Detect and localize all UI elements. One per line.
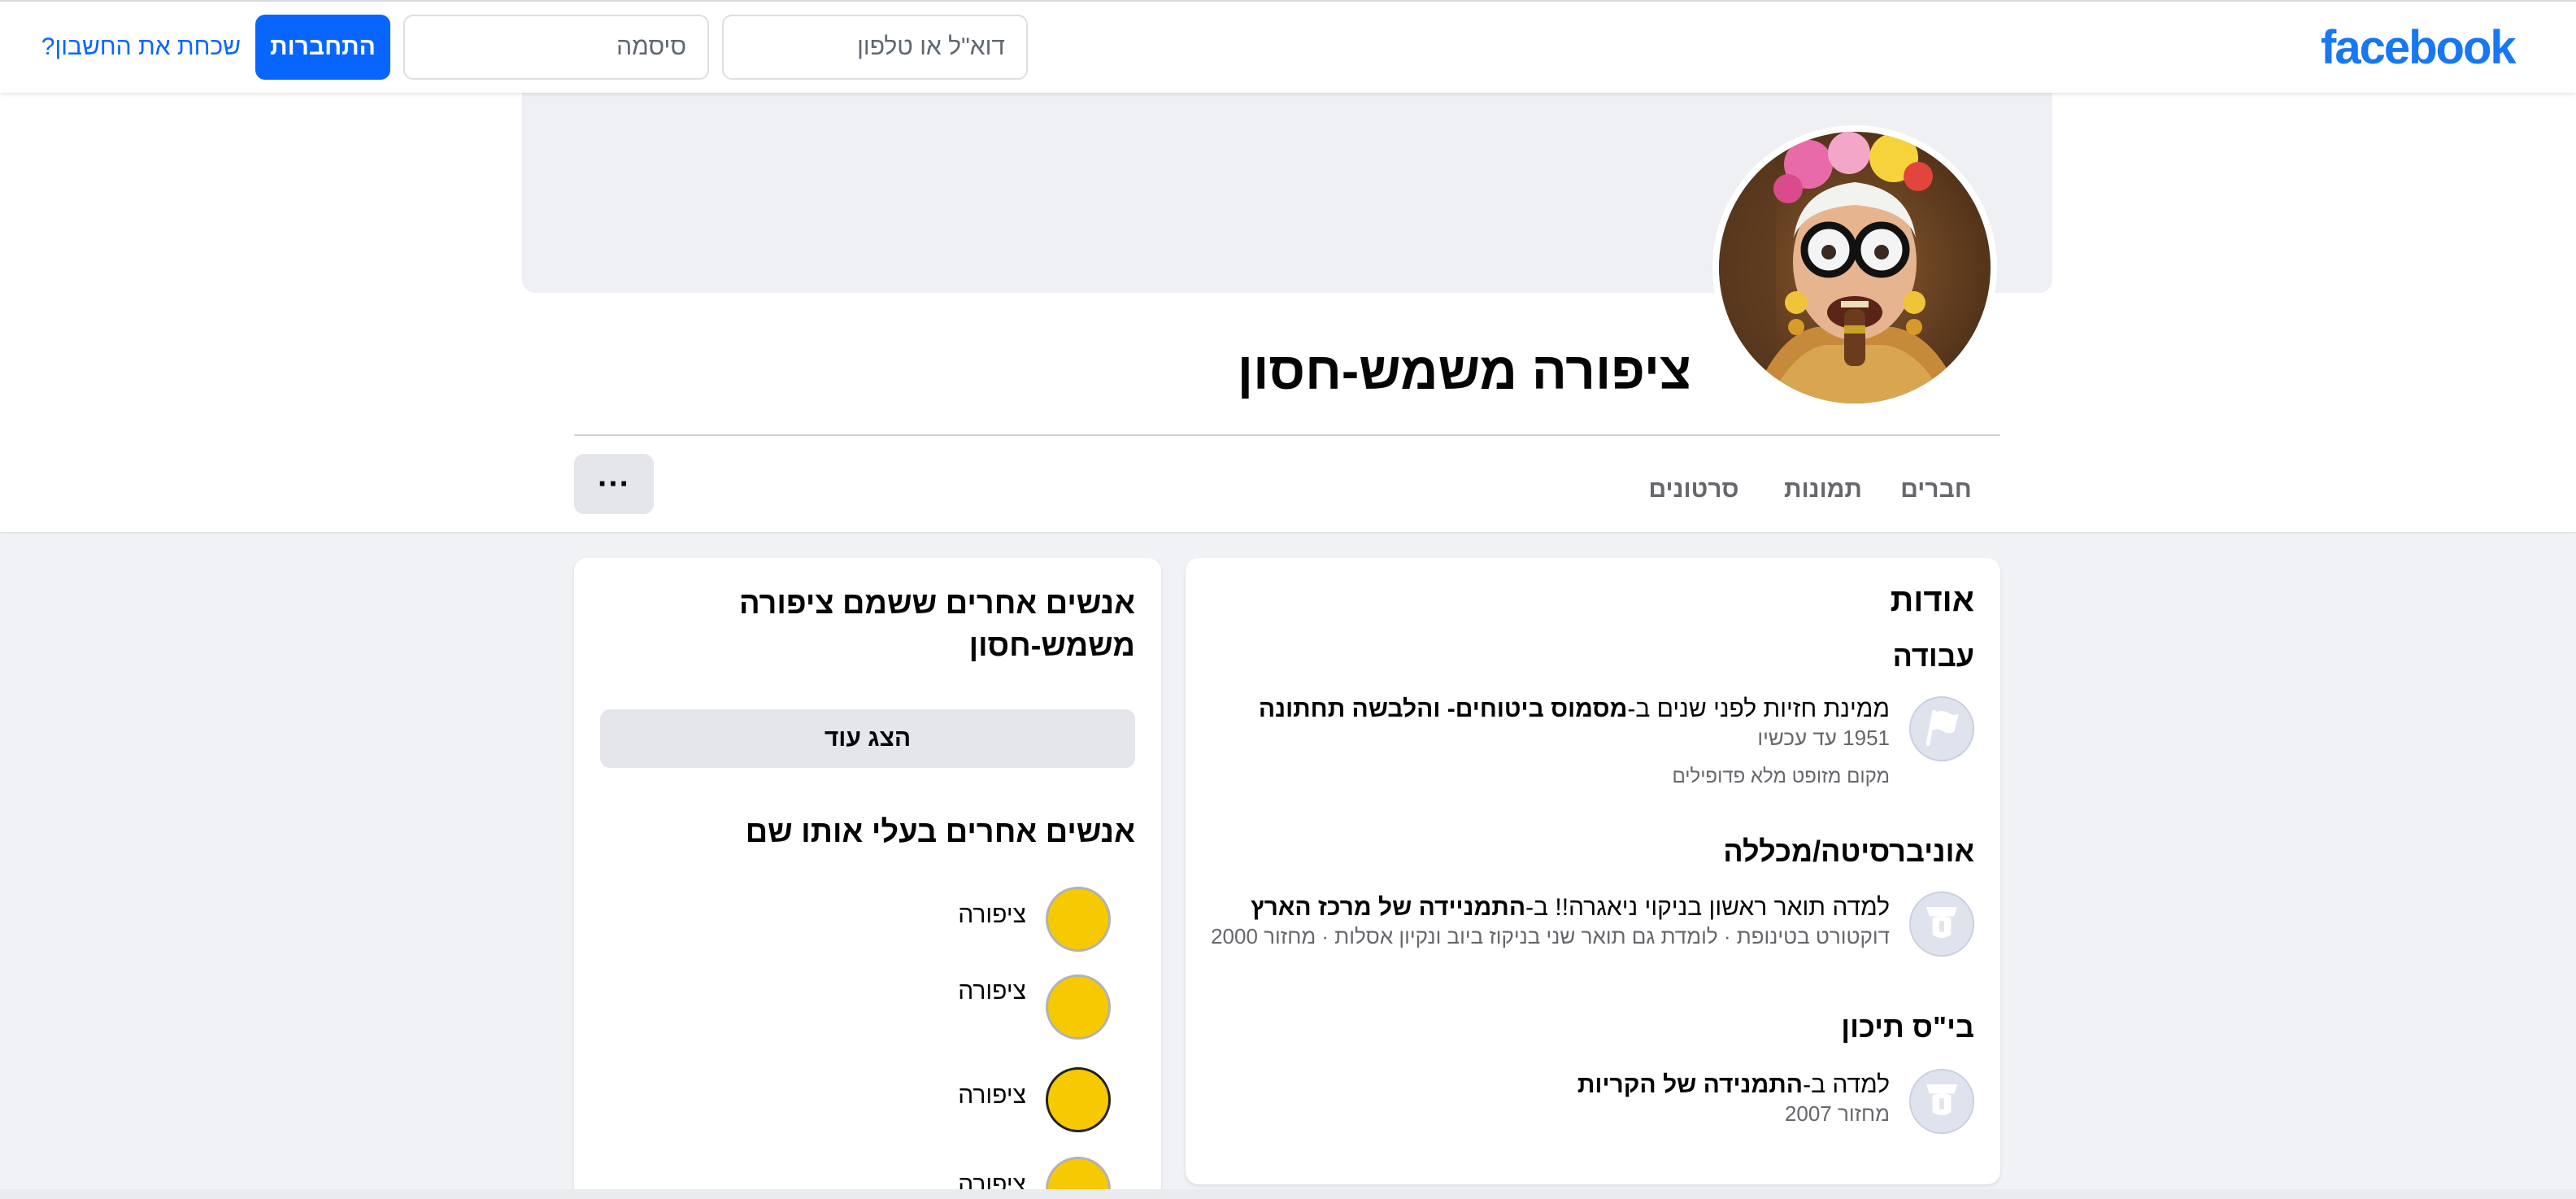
avatar[interactable] bbox=[1046, 974, 1111, 1040]
profile-picture[interactable] bbox=[1712, 125, 1997, 410]
highschool-description-prefix: למדה ב- bbox=[1803, 1071, 1890, 1098]
profile-photo-image bbox=[1719, 132, 1991, 403]
forgot-account-link[interactable]: שכחת את החשבון? bbox=[41, 29, 241, 65]
work-employer-link[interactable]: מסמוס ביטוחים- והלבשה תחתונה bbox=[1259, 695, 1627, 722]
highschool-name-link[interactable]: התמנידה של הקריות bbox=[1577, 1071, 1803, 1098]
bottom-edge bbox=[0, 1189, 2576, 1199]
profile-name: ציפורה משמש-חסון bbox=[1237, 342, 1691, 400]
list-item[interactable]: ציפורה bbox=[867, 1067, 1111, 1136]
highschool-details: מחזור 2007 bbox=[1784, 1101, 1890, 1126]
university-name-link[interactable]: התמניידה של מרכז הארץ bbox=[1251, 894, 1525, 921]
other-people-card: אנשים אחרים ששמם ציפורה משמש-חסון הצג עו… bbox=[574, 558, 1161, 1199]
highschool-icon bbox=[1909, 1069, 1974, 1134]
graduation-cap-icon bbox=[1911, 1070, 1973, 1132]
person-name[interactable]: ציפורה bbox=[958, 901, 1026, 929]
work-description: ממינת חזיות לפני שנים ב-מסמוס ביטוחים- ו… bbox=[1259, 695, 1890, 724]
about-card: אודות עבודה ממינת חזיות לפני שנים ב-מסמו… bbox=[1186, 558, 2000, 1184]
graduation-cap-icon bbox=[1911, 893, 1973, 955]
other-people-title: אנשים אחרים ששמם ציפורה משמש-חסון bbox=[738, 586, 1135, 663]
profile-header: ציפורה משמש-חסון חברים תמונות סרטונים ··… bbox=[0, 93, 2576, 532]
facebook-logo[interactable]: facebook bbox=[2321, 21, 2524, 75]
tab-photos[interactable]: תמונות bbox=[1773, 456, 1873, 524]
top-navigation-bar: facebook התחברות שכחת את החשבון? bbox=[0, 0, 2576, 93]
flag-icon bbox=[1911, 698, 1973, 760]
person-name[interactable]: ציפורה bbox=[958, 978, 1026, 1005]
about-title: אודות bbox=[1890, 582, 1974, 618]
avatar[interactable] bbox=[1046, 887, 1111, 952]
header-divider bbox=[574, 434, 2000, 436]
avatar[interactable] bbox=[1046, 1067, 1111, 1132]
highschool-description: למדה ב-התמנידה של הקריות bbox=[1577, 1070, 1890, 1100]
list-item[interactable]: ציפורה bbox=[867, 887, 1111, 955]
workplace-icon bbox=[1909, 696, 1974, 761]
same-name-title: אנשים אחרים בעלי אותו שם bbox=[745, 815, 1135, 849]
email-or-phone-input[interactable] bbox=[722, 15, 1028, 80]
person-name[interactable]: ציפורה bbox=[958, 1082, 1026, 1110]
work-heading: עבודה bbox=[1892, 639, 1974, 673]
password-input[interactable] bbox=[403, 15, 709, 80]
university-details: דוקטורט בטינופת · לומדת גם תואר שני בניק… bbox=[1211, 924, 1890, 948]
tab-friends[interactable]: חברים bbox=[1891, 456, 1981, 524]
work-description-prefix: ממינת חזיות לפני שנים ב- bbox=[1627, 695, 1890, 722]
show-more-button[interactable]: הצג עוד bbox=[600, 709, 1135, 768]
work-location: מקום מזופט מלא פדופילים bbox=[1672, 765, 1890, 787]
list-item[interactable]: ציפורה bbox=[867, 974, 1111, 1043]
highschool-heading: בי"ס תיכון bbox=[1841, 1010, 1974, 1044]
university-description-prefix: למדה תואר ראשון בניקוי ניאגרה!! ב- bbox=[1525, 894, 1890, 921]
tab-videos[interactable]: סרטונים bbox=[1633, 456, 1755, 524]
work-years: 1951 עד עכשיו bbox=[1757, 726, 1890, 750]
more-options-button[interactable]: ··· bbox=[574, 454, 654, 514]
university-heading: אוניברסיטה/מכללה bbox=[1723, 835, 1974, 868]
university-icon bbox=[1909, 892, 1974, 957]
university-description: למדה תואר ראשון בניקוי ניאגרה!! ב-התמניי… bbox=[1251, 893, 1890, 922]
login-button[interactable]: התחברות bbox=[255, 15, 390, 80]
